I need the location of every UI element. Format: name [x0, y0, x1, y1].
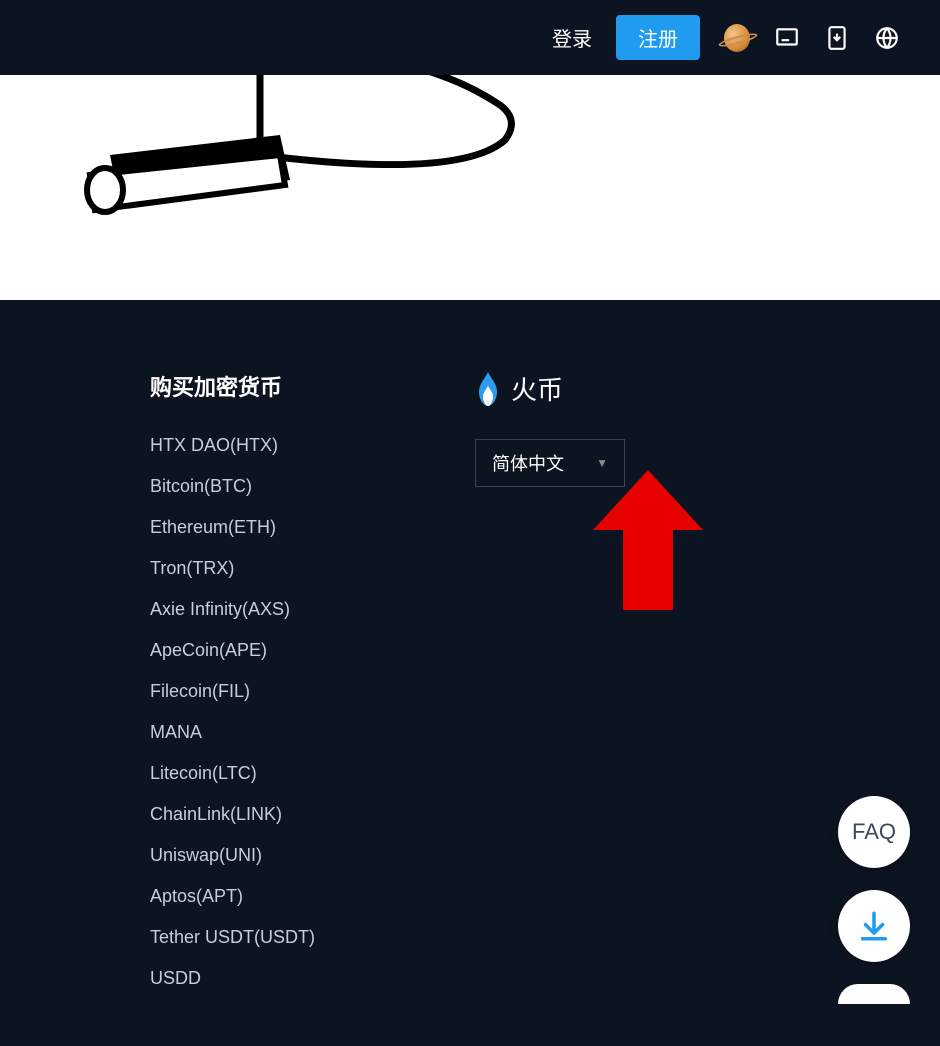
crypto-link[interactable]: Uniswap(UNI): [150, 842, 315, 869]
crypto-link[interactable]: HTX DAO(HTX): [150, 432, 315, 459]
flame-logo-icon: [475, 372, 501, 406]
footer-column-crypto: 购买加密货币 HTX DAO(HTX) Bitcoin(BTC) Ethereu…: [150, 370, 315, 1006]
crypto-link[interactable]: MANA: [150, 719, 315, 746]
globe-icon[interactable]: [874, 25, 900, 51]
register-button[interactable]: 注册: [616, 15, 700, 60]
top-header: 登录 注册: [0, 0, 940, 75]
download-button[interactable]: [838, 890, 910, 962]
crypto-link[interactable]: Aptos(APT): [150, 883, 315, 910]
crypto-link[interactable]: Filecoin(FIL): [150, 678, 315, 705]
crypto-link[interactable]: ApeCoin(APE): [150, 637, 315, 664]
crypto-link[interactable]: Tether USDT(USDT): [150, 924, 315, 951]
hero-illustration: [80, 75, 540, 265]
crypto-link[interactable]: Litecoin(LTC): [150, 760, 315, 787]
message-square-icon[interactable]: [774, 25, 800, 51]
faq-label: FAQ: [852, 819, 896, 845]
language-selected-label: 简体中文: [492, 450, 564, 476]
floating-buttons: FAQ: [838, 796, 910, 1004]
caret-down-icon: ▼: [596, 456, 608, 470]
crypto-link[interactable]: Bitcoin(BTC): [150, 473, 315, 500]
crypto-link[interactable]: Ethereum(ETH): [150, 514, 315, 541]
planet-icon[interactable]: [724, 25, 750, 51]
partial-fab[interactable]: [838, 984, 910, 1004]
brand-row: 火币: [475, 370, 625, 407]
download-app-icon[interactable]: [824, 25, 850, 51]
download-icon: [857, 909, 891, 943]
crypto-link[interactable]: Axie Infinity(AXS): [150, 596, 315, 623]
footer: 购买加密货币 HTX DAO(HTX) Bitcoin(BTC) Ethereu…: [0, 300, 940, 1046]
footer-heading-crypto: 购买加密货币: [150, 370, 315, 402]
crypto-link[interactable]: USDD: [150, 965, 315, 992]
login-link[interactable]: 登录: [552, 23, 592, 52]
crypto-link[interactable]: Tron(TRX): [150, 555, 315, 582]
crypto-link[interactable]: ChainLink(LINK): [150, 801, 315, 828]
language-selector[interactable]: 简体中文 ▼: [475, 439, 625, 487]
brand-name: 火币: [511, 370, 563, 407]
crypto-link-list: HTX DAO(HTX) Bitcoin(BTC) Ethereum(ETH) …: [150, 432, 315, 992]
hero-section: [0, 75, 940, 300]
footer-column-brand: 火币 简体中文 ▼: [475, 370, 625, 1006]
faq-button[interactable]: FAQ: [838, 796, 910, 868]
